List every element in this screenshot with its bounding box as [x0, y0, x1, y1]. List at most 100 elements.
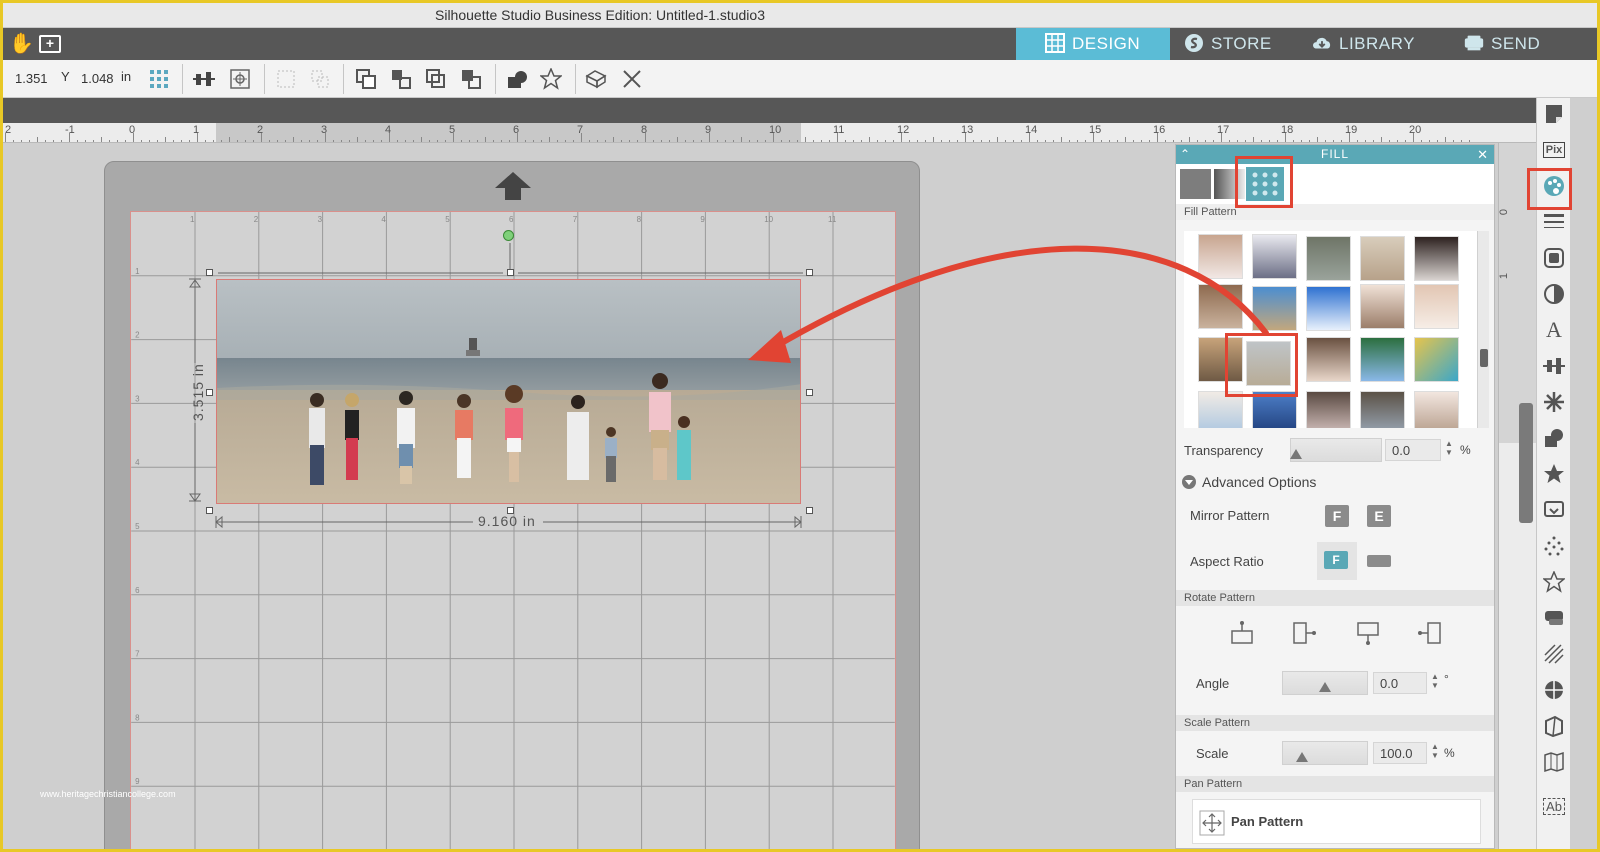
transparency-stepper[interactable]: ▲ ▼	[1444, 439, 1454, 457]
pattern-thumb[interactable]	[1252, 286, 1297, 331]
transparency-slider[interactable]	[1290, 438, 1382, 462]
pattern-thumb[interactable]	[1306, 337, 1351, 382]
tab-send-label: SEND	[1491, 34, 1541, 53]
tab-store-label: STORE	[1211, 34, 1272, 53]
ruler-tick	[1389, 140, 1390, 142]
ruler-tick	[1101, 140, 1102, 142]
right-panel-toolbar: Pix A Ab	[1536, 98, 1570, 849]
angle-input[interactable]: 0.0	[1373, 672, 1427, 694]
pattern-thumb[interactable]	[1414, 284, 1459, 329]
pattern-thumb[interactable]	[1252, 234, 1297, 279]
replicate-panel-icon[interactable]	[1540, 676, 1568, 704]
sketch-icon[interactable]	[1540, 532, 1568, 560]
pattern-thumb[interactable]	[1360, 284, 1405, 329]
ruler-tick	[1133, 140, 1134, 142]
rotate-90-icon[interactable]	[1290, 619, 1318, 647]
slider-knob[interactable]	[1296, 752, 1308, 762]
pixscan-icon[interactable]: Pix	[1540, 136, 1568, 164]
ruler-tick	[1165, 140, 1166, 142]
pattern-thumb[interactable]	[1414, 391, 1459, 428]
ruler-tick	[1029, 133, 1030, 142]
text-style-icon[interactable]: A	[1540, 316, 1568, 344]
h-ruler-label: 14	[1025, 124, 1038, 136]
v-ruler-label: 1	[1498, 272, 1511, 280]
h-ruler-label: 16	[1153, 124, 1166, 136]
fill-type-tabs	[1176, 164, 1494, 204]
tab-design-label: DESIGN	[1072, 34, 1141, 53]
trace-icon[interactable]	[1540, 388, 1568, 416]
page-setup-icon[interactable]	[1540, 100, 1568, 128]
aspect-free-button[interactable]	[1367, 555, 1391, 567]
ruler-tick	[1349, 133, 1350, 142]
line-style-icon[interactable]	[1540, 208, 1568, 236]
nesting-icon[interactable]	[1540, 604, 1568, 632]
tab-library-label: LIBRARY	[1339, 34, 1415, 53]
ruler-tick	[1413, 133, 1414, 142]
pattern-thumb[interactable]	[1306, 236, 1351, 281]
h-ruler-label: 20	[1409, 124, 1422, 136]
knife-icon[interactable]	[1540, 496, 1568, 524]
scale-input[interactable]: 100.0	[1373, 742, 1427, 764]
pattern-thumb[interactable]	[1198, 284, 1243, 329]
tab-store[interactable]: STORE	[1183, 28, 1272, 60]
aspect-lock-button[interactable]: F	[1324, 551, 1348, 569]
scroll-thumb[interactable]	[1480, 349, 1488, 367]
favorite-star-icon[interactable]	[1540, 568, 1568, 596]
pattern-thumb[interactable]	[1360, 337, 1405, 382]
pattern-thumb[interactable]	[1414, 337, 1459, 382]
pattern-thumb[interactable]	[1306, 286, 1351, 331]
chevron-down-icon[interactable]	[1182, 475, 1196, 489]
grid-row-label: 6	[135, 586, 140, 595]
mirror-horizontal-button[interactable]: F	[1325, 505, 1349, 527]
pan-pattern-label: Pan Pattern	[1231, 814, 1304, 829]
mirror-pattern-label: Mirror Pattern	[1190, 508, 1270, 523]
solid-fill-tab[interactable]	[1180, 169, 1211, 199]
pan-pattern-button[interactable]: Pan Pattern	[1192, 799, 1481, 844]
pattern-thumb[interactable]	[1198, 234, 1243, 279]
pan-pattern-section: Pan Pattern	[1176, 776, 1494, 792]
modify-icon[interactable]	[1540, 424, 1568, 452]
thumbnails-scrollbar[interactable]	[1477, 231, 1489, 428]
slider-knob[interactable]	[1290, 449, 1302, 459]
pattern-thumb[interactable]	[1414, 236, 1459, 281]
tab-library[interactable]: LIBRARY	[1311, 28, 1415, 60]
pattern-thumb[interactable]	[1306, 391, 1351, 428]
ruler-tick	[1141, 140, 1142, 142]
pattern-thumb[interactable]	[1360, 391, 1405, 428]
ruler-tick	[1325, 140, 1326, 142]
transparency-input[interactable]: 0.0	[1385, 439, 1441, 461]
advanced-options-toggle[interactable]: Advanced Options	[1202, 474, 1316, 490]
font-panel-icon[interactable]: Ab	[1540, 792, 1568, 820]
scale-slider[interactable]	[1282, 741, 1368, 765]
ruler-tick	[1117, 140, 1118, 142]
close-icon[interactable]: ✕	[1477, 145, 1489, 164]
map-icon[interactable]	[1540, 748, 1568, 776]
collapse-icon[interactable]: ⌃	[1180, 145, 1191, 164]
warp-icon[interactable]	[1540, 712, 1568, 740]
rotate-0-icon[interactable]	[1228, 619, 1256, 647]
slider-knob[interactable]	[1319, 682, 1331, 692]
tab-send[interactable]: SEND	[1463, 28, 1540, 60]
grid-row-label: 9	[135, 777, 140, 786]
mirror-vertical-button[interactable]: E	[1367, 505, 1391, 527]
scale-stepper[interactable]: ▲ ▼	[1430, 742, 1440, 760]
hatch-icon[interactable]	[1540, 640, 1568, 668]
contrast-icon[interactable]	[1540, 280, 1568, 308]
rotate-180-icon[interactable]	[1354, 619, 1382, 647]
move-arrows-icon	[1199, 810, 1225, 836]
ruler-tick	[1253, 137, 1254, 142]
ruler-tick	[1005, 140, 1006, 142]
canvas-scrollbar[interactable]	[1519, 403, 1533, 523]
rotate-pattern-section: Rotate Pattern	[1176, 590, 1494, 606]
ruler-tick	[1429, 140, 1430, 142]
tab-design[interactable]: DESIGN	[1016, 28, 1171, 60]
ruler-tick	[1221, 133, 1222, 142]
align-panel-icon[interactable]	[1540, 352, 1568, 380]
rotate-270-icon[interactable]	[1416, 619, 1444, 647]
pattern-thumb[interactable]	[1360, 236, 1405, 281]
angle-stepper[interactable]: ▲ ▼	[1430, 672, 1440, 690]
star-outline-icon[interactable]	[1540, 460, 1568, 488]
offset-icon[interactable]	[1540, 244, 1568, 272]
angle-slider[interactable]	[1282, 671, 1368, 695]
scale-unit: %	[1444, 746, 1455, 760]
